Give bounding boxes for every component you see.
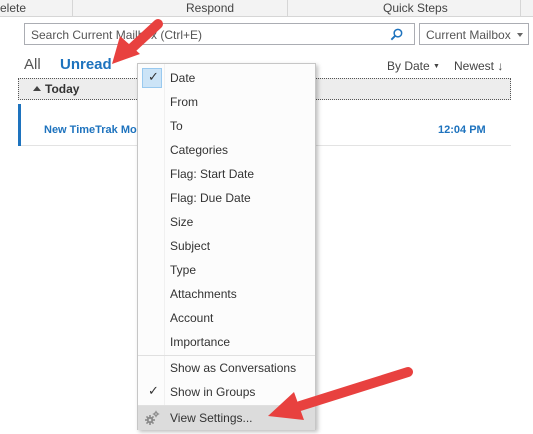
menu-item-label: View Settings... <box>170 411 253 425</box>
chevron-down-icon <box>517 33 523 37</box>
menu-item-show-in-groups[interactable]: ✓ Show in Groups <box>138 380 315 404</box>
message-subject: New TimeTrak Mo <box>44 124 137 136</box>
menu-item-label: Type <box>170 263 197 277</box>
ribbon-separator <box>287 0 288 17</box>
menu-item-categories[interactable]: Categories <box>138 138 315 162</box>
search-scope-dropdown[interactable]: Current Mailbox <box>419 23 529 45</box>
menu-item-label: Subject <box>170 239 211 253</box>
menu-item-date[interactable]: ✓ Date <box>138 66 315 90</box>
checkmark-icon: ✓ <box>148 383 159 398</box>
menu-item-label: Show as Conversations <box>170 361 297 375</box>
menu-item-label: Flag: Start Date <box>170 167 255 181</box>
menu-item-flag-due-date[interactable]: Flag: Due Date <box>138 186 315 210</box>
group-header-label: Today <box>45 82 80 96</box>
menu-item-label: Attachments <box>170 287 237 301</box>
unread-indicator-bar <box>18 104 21 146</box>
sort-order-toggle[interactable]: Newest ↓ <box>454 59 503 73</box>
menu-item-label: Show in Groups <box>170 385 256 399</box>
ribbon-group-delete-label: elete <box>0 1 27 15</box>
checkmark-icon: ✓ <box>148 69 159 84</box>
arrow-down-icon: ↓ <box>497 59 504 73</box>
arrange-by-label: By Date <box>387 59 430 73</box>
ribbon-group-labels: elete Respond Quick Steps <box>0 0 533 17</box>
arrange-by-dropdown[interactable]: By Date ▼ <box>387 59 440 73</box>
ribbon-separator <box>72 0 73 17</box>
filter-unread-tab[interactable]: Unread <box>60 56 112 73</box>
arrange-by-menu: ✓ Date From To Categories Flag: Start Da… <box>137 63 316 430</box>
menu-item-importance[interactable]: Importance <box>138 330 315 354</box>
menu-item-label: Importance <box>170 335 231 349</box>
menu-item-show-as-conversations[interactable]: Show as Conversations <box>138 356 315 380</box>
menu-item-flag-start-date[interactable]: Flag: Start Date <box>138 162 315 186</box>
menu-item-label: Flag: Due Date <box>170 191 251 205</box>
gear-icon <box>145 410 160 425</box>
ribbon-group-quick-steps-label: Quick Steps <box>383 1 448 15</box>
sort-order-label: Newest <box>454 59 495 73</box>
menu-item-label: Categories <box>170 143 229 157</box>
menu-item-label: Date <box>170 71 196 85</box>
menu-item-to[interactable]: To <box>138 114 315 138</box>
ribbon-group-respond-label: Respond <box>186 1 235 15</box>
ribbon-separator <box>520 0 521 17</box>
chevron-down-icon: ▼ <box>433 63 440 70</box>
menu-item-label: Account <box>170 311 214 325</box>
filter-all-tab[interactable]: All <box>24 56 41 73</box>
search-icon[interactable] <box>389 27 404 42</box>
menu-item-size[interactable]: Size <box>138 210 315 234</box>
menu-item-subject[interactable]: Subject <box>138 234 315 258</box>
menu-item-label: To <box>170 119 183 133</box>
menu-item-label: From <box>170 95 198 109</box>
menu-item-account[interactable]: Account <box>138 306 315 330</box>
message-time: 12:04 PM <box>438 124 486 136</box>
menu-item-type[interactable]: Type <box>138 258 315 282</box>
search-scope-value: Current Mailbox <box>426 28 511 42</box>
menu-item-label: Size <box>170 215 194 229</box>
collapse-triangle-icon[interactable] <box>33 86 41 91</box>
menu-item-from[interactable]: From <box>138 90 315 114</box>
menu-item-attachments[interactable]: Attachments <box>138 282 315 306</box>
search-input[interactable]: Search Current Mailbox (Ctrl+E) <box>24 23 415 45</box>
menu-item-view-settings[interactable]: View Settings... <box>138 406 315 430</box>
search-placeholder: Search Current Mailbox (Ctrl+E) <box>31 28 203 42</box>
